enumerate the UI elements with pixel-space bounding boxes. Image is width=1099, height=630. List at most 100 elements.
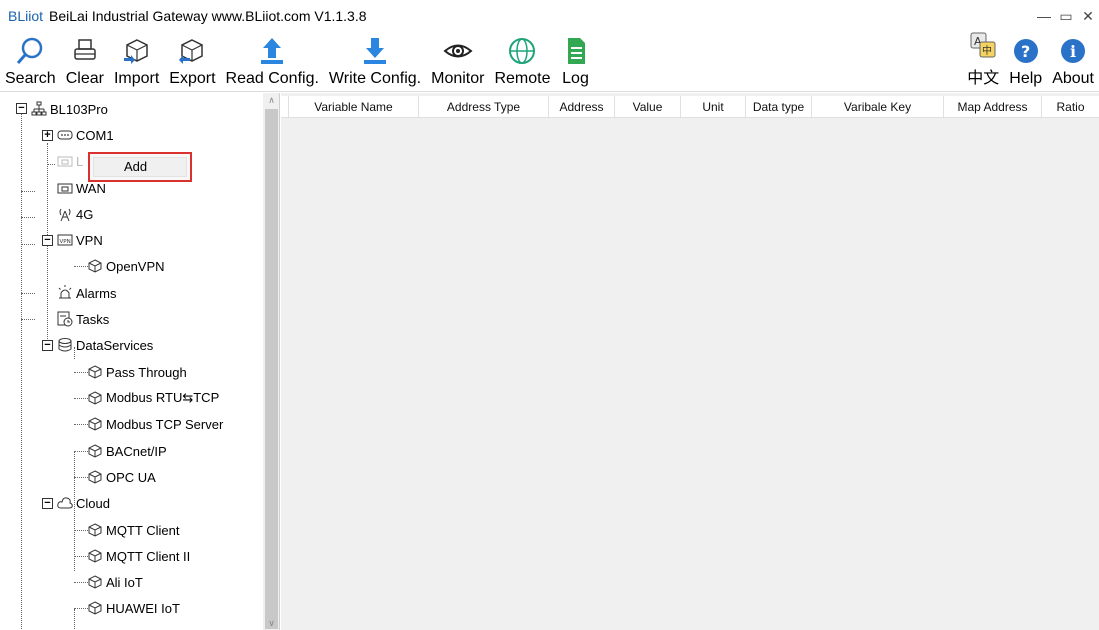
- title-bar: BLiiot BeiLai Industrial Gateway www.BLi…: [0, 0, 1099, 32]
- col-ratio[interactable]: Ratio: [1042, 96, 1099, 118]
- tree-label-openvpn: OpenVPN: [106, 258, 165, 274]
- cube-icon: [86, 257, 104, 275]
- cube-icon: [86, 573, 104, 591]
- tree-node-tasks[interactable]: Tasks: [56, 308, 109, 330]
- cube-icon: [86, 599, 104, 617]
- cube-icon: [86, 442, 104, 460]
- col-value[interactable]: Value: [615, 96, 681, 118]
- col-address[interactable]: Address: [549, 96, 615, 118]
- tree-node-cloud[interactable]: Cloud: [56, 492, 110, 514]
- col-map-address[interactable]: Map Address: [944, 96, 1042, 118]
- tree-node-modbus-rtu-tcp[interactable]: Modbus RTU⇆TCP: [86, 387, 219, 409]
- tree-scrollbar[interactable]: ∧ ∨: [263, 93, 279, 630]
- info-icon: i: [1058, 36, 1088, 66]
- tree-node-bacnet-ip[interactable]: BACnet/IP: [86, 440, 167, 462]
- col-variable-name[interactable]: Variable Name: [289, 96, 419, 118]
- box-import-icon: [122, 36, 152, 66]
- globe-icon: [507, 36, 537, 66]
- tree-label-modbus-rtu-tcp: Modbus RTU⇆TCP: [106, 390, 220, 405]
- tree-label-mqtt-client: MQTT Client: [106, 522, 180, 538]
- cube-icon: [86, 468, 104, 486]
- scroll-up-arrow-icon[interactable]: ∧: [263, 93, 279, 107]
- read-config-label: Read Config.: [225, 70, 319, 87]
- help-button[interactable]: ? Help: [1004, 32, 1047, 92]
- com1-expand-toggle[interactable]: +: [42, 130, 53, 141]
- tree-node-mqtt-client-2[interactable]: MQTT Client II: [86, 545, 190, 567]
- tree-node-root[interactable]: BL103Pro: [30, 98, 108, 120]
- grid-header-spacer: [281, 96, 289, 118]
- tree-label-pass-through: Pass Through: [106, 364, 187, 380]
- tree-label-4g: 4G: [76, 206, 94, 222]
- scrollbar-thumb[interactable]: [265, 109, 278, 629]
- tree-node-vpn[interactable]: VPN VPN: [56, 229, 103, 251]
- tree-node-alarms[interactable]: Alarms: [56, 282, 116, 304]
- eye-icon: [443, 36, 473, 66]
- grid-header: Variable Name Address Type Address Value…: [281, 96, 1099, 118]
- magnifier-icon: [15, 36, 45, 66]
- tree-label-cloud: Cloud: [76, 495, 110, 511]
- tree-node-lan[interactable]: L: [56, 150, 83, 172]
- col-data-type[interactable]: Data type: [746, 96, 812, 118]
- tree-node-dataservices[interactable]: DataServices: [56, 334, 153, 356]
- svg-text:VPN: VPN: [60, 239, 71, 245]
- cube-icon: [86, 547, 104, 565]
- tree-node-openvpn[interactable]: OpenVPN: [86, 255, 165, 277]
- remote-button[interactable]: Remote: [489, 32, 555, 92]
- search-label: Search: [5, 70, 56, 87]
- about-label: About: [1052, 70, 1094, 87]
- tree-node-modbus-tcp-server[interactable]: Modbus TCP Server: [86, 413, 223, 435]
- import-button[interactable]: Import: [109, 32, 164, 92]
- language-button[interactable]: A中 中文: [962, 32, 1004, 92]
- help-icon: ?: [1011, 36, 1041, 66]
- log-button[interactable]: Log: [556, 32, 596, 92]
- cube-icon: [86, 415, 104, 433]
- tree-node-pass-through[interactable]: Pass Through: [86, 361, 187, 383]
- write-config-label: Write Config.: [328, 70, 422, 87]
- tree-label-root: BL103Pro: [50, 101, 108, 117]
- dataservices-collapse-toggle[interactable]: −: [42, 340, 53, 351]
- tree-node-4g[interactable]: 4G: [56, 203, 93, 225]
- read-config-button[interactable]: Read Config.: [221, 32, 324, 92]
- toolbar-right: A中 中文 ? Help i About: [962, 32, 1099, 92]
- log-label: Log: [562, 70, 589, 87]
- tree-label-huawei-iot: HUAWEI IoT: [106, 600, 180, 616]
- language-icon: A中: [968, 30, 998, 60]
- tree-label-dataservices: DataServices: [76, 337, 154, 353]
- tree-label-vpn: VPN: [76, 232, 103, 248]
- tree-label-lan: L: [76, 153, 84, 169]
- about-button[interactable]: i About: [1047, 32, 1099, 92]
- import-label: Import: [113, 70, 160, 87]
- task-clock-icon: [56, 310, 74, 328]
- tree-label-bacnet-ip: BACnet/IP: [106, 443, 167, 459]
- tree-node-com1[interactable]: COM1: [56, 124, 114, 146]
- tree-node-mqtt-client[interactable]: MQTT Client: [86, 519, 179, 541]
- vpn-collapse-toggle[interactable]: −: [42, 235, 53, 246]
- tree-node-ali-iot[interactable]: Ali IoT: [86, 571, 143, 593]
- maximize-button[interactable]: ▭: [1055, 8, 1077, 25]
- cloud-collapse-toggle[interactable]: −: [42, 498, 53, 509]
- clear-button[interactable]: Clear: [61, 32, 109, 92]
- tree-node-opc-ua[interactable]: OPC UA: [86, 466, 156, 488]
- tree-label-com1: COM1: [76, 127, 114, 143]
- clear-label: Clear: [65, 70, 104, 87]
- tree-node-huawei-iot[interactable]: HUAWEI IoT: [86, 597, 180, 619]
- tree-label-wan: WAN: [76, 180, 106, 196]
- search-button[interactable]: Search: [0, 32, 61, 92]
- close-button[interactable]: ✕: [1077, 8, 1099, 25]
- antenna-icon: [56, 205, 74, 223]
- root-collapse-toggle[interactable]: −: [16, 103, 27, 114]
- col-unit[interactable]: Unit: [681, 96, 746, 118]
- monitor-button[interactable]: Monitor: [426, 32, 489, 92]
- context-menu-add[interactable]: Add: [93, 157, 187, 177]
- col-variable-key[interactable]: Varibale Key: [812, 96, 944, 118]
- toolbar: Search Clear Import Export Read Config. …: [0, 32, 1099, 92]
- lan-icon: [56, 152, 74, 170]
- write-config-button[interactable]: Write Config.: [324, 32, 426, 92]
- scroll-down-arrow-icon[interactable]: ∨: [263, 616, 279, 630]
- export-button[interactable]: Export: [164, 32, 220, 92]
- printer-icon: [70, 36, 100, 66]
- cloud-icon: [56, 494, 74, 512]
- minimize-button[interactable]: —: [1033, 8, 1055, 24]
- export-label: Export: [169, 70, 216, 87]
- col-address-type[interactable]: Address Type: [419, 96, 549, 118]
